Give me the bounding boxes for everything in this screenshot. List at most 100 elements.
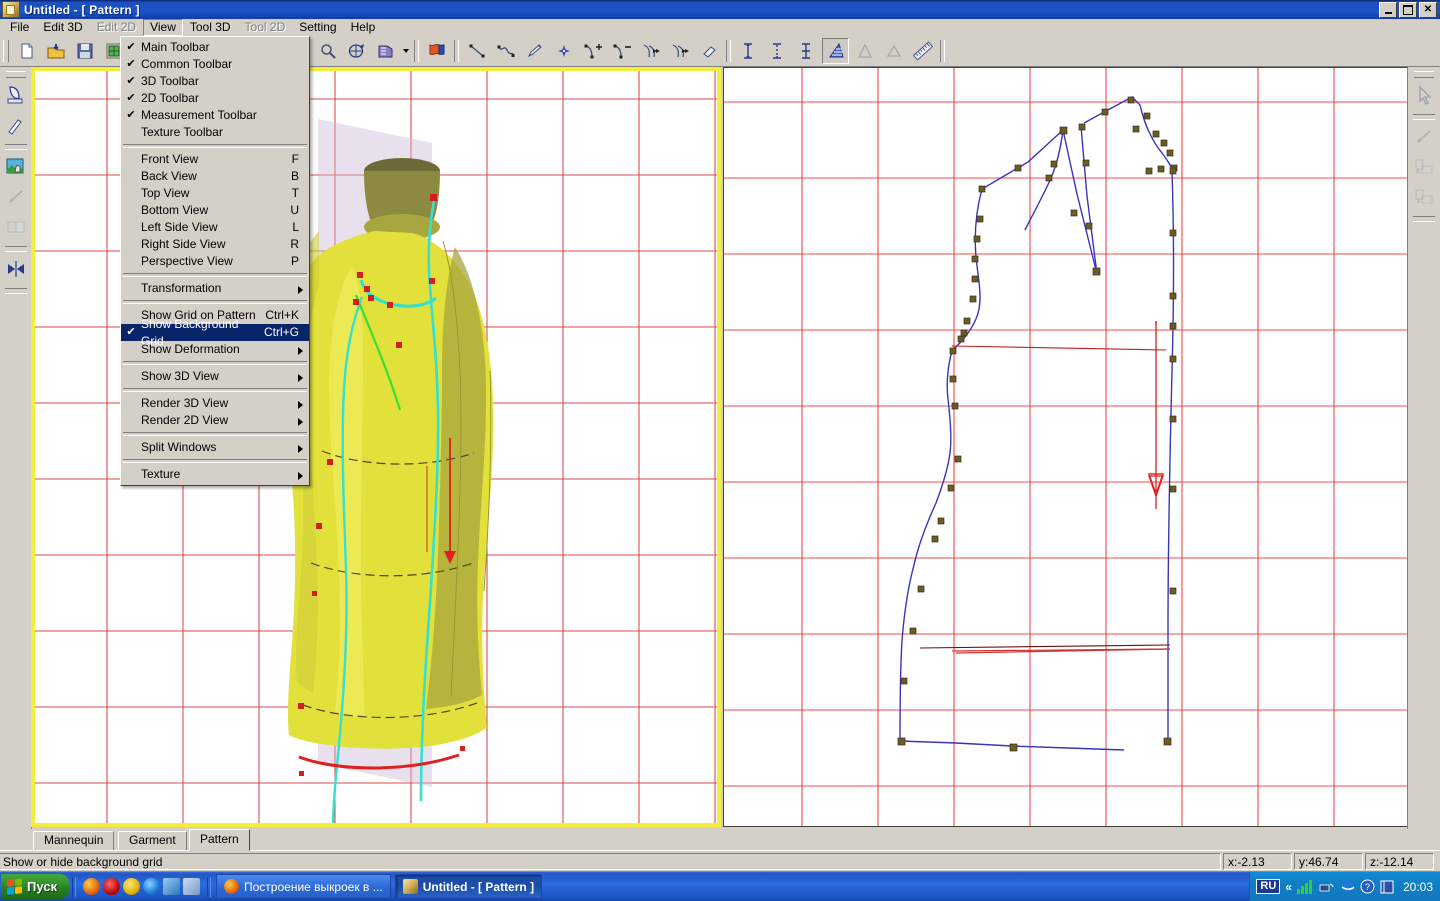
menu-item-show-background-grid[interactable]: ✔Show Background GridCtrl+G (121, 324, 309, 341)
menu-item-label: 3D Toolbar (141, 73, 309, 90)
fabric-drape-icon[interactable] (2, 81, 30, 109)
statusbar: Show or hide background grid x:-2.13 y:4… (0, 850, 1440, 872)
symmetry-icon[interactable] (2, 255, 30, 283)
media-player-icon[interactable] (163, 878, 180, 895)
help-icon[interactable]: ? (1360, 879, 1375, 894)
menu-item-label: Texture (141, 466, 309, 483)
menu-item-top-view[interactable]: Top ViewT (121, 185, 309, 202)
signal-bars-icon[interactable] (1297, 879, 1314, 894)
menu-item-texture[interactable]: Texture (121, 466, 309, 483)
texture-hand-icon[interactable] (2, 153, 30, 181)
menu-item-left-side-view[interactable]: Left Side ViewL (121, 219, 309, 236)
menu-item-main-toolbar[interactable]: ✔Main Toolbar (121, 39, 309, 56)
knife-cut-icon[interactable] (2, 111, 30, 139)
status-coord-y: y:46.74 (1294, 853, 1363, 870)
taskbar-item-browser[interactable]: Построение выкроек в ... (216, 874, 391, 899)
zoom-icon[interactable] (314, 38, 341, 64)
view-menu-dropdown[interactable]: ✔Main Toolbar✔Common Toolbar✔3D Toolbar✔… (120, 36, 310, 486)
menu-item-accelerator: R (290, 236, 309, 253)
menu-item-front-view[interactable]: Front ViewF (121, 151, 309, 168)
offset-curve-in-icon[interactable] (666, 38, 693, 64)
tab-mannequin[interactable]: Mannequin (33, 831, 114, 851)
measure-angle-icon[interactable] (822, 38, 849, 64)
toolbar-separator (454, 40, 459, 62)
language-indicator[interactable]: RU (1256, 879, 1280, 894)
toolbar-grip[interactable] (3, 40, 9, 62)
menu-item-split-windows[interactable]: Split Windows (121, 439, 309, 456)
add-point-icon[interactable] (579, 38, 606, 64)
curve-icon[interactable] (492, 38, 519, 64)
rotate-3d-icon[interactable] (343, 38, 370, 64)
winamp-icon[interactable] (123, 878, 140, 895)
triangle-grey-2-icon (880, 38, 907, 64)
menubar-item-help[interactable]: Help (344, 19, 383, 36)
notebook-icon[interactable] (1380, 880, 1395, 894)
menu-item-measurement-toolbar[interactable]: ✔Measurement Toolbar (121, 107, 309, 124)
menu-item-show-3d-view[interactable]: Show 3D View (121, 368, 309, 385)
internet-explorer-icon[interactable] (143, 878, 160, 895)
new-document-icon[interactable] (13, 38, 40, 64)
start-button[interactable]: Пуск (1, 874, 69, 899)
menu-item-show-deformation[interactable]: Show Deformation (121, 341, 309, 358)
offset-curve-out-icon[interactable] (637, 38, 664, 64)
menu-item-label: 2D Toolbar (141, 90, 309, 107)
point-icon[interactable] (550, 38, 577, 64)
menubar-item-tool-3d[interactable]: Tool 3D (183, 19, 238, 36)
opera-icon[interactable] (103, 878, 120, 895)
flag-texture-icon[interactable] (423, 38, 450, 64)
left-toolbar (0, 67, 32, 831)
menu-item-bottom-view[interactable]: Bottom ViewU (121, 202, 309, 219)
measure-dotted-icon[interactable] (764, 38, 791, 64)
menu-item-render-3d-view[interactable]: Render 3D View (121, 395, 309, 412)
pencil-draw-icon[interactable] (521, 38, 548, 64)
menu-item-common-toolbar[interactable]: ✔Common Toolbar (121, 56, 309, 73)
eraser-icon[interactable] (695, 38, 722, 64)
tab-garment[interactable]: Garment (118, 831, 187, 851)
measure-vertical-icon[interactable] (735, 38, 762, 64)
network-icon[interactable] (1319, 880, 1335, 894)
checkmark-icon: ✔ (121, 56, 141, 73)
menu-item-3d-toolbar[interactable]: ✔3D Toolbar (121, 73, 309, 90)
menu-item-perspective-view[interactable]: Perspective ViewP (121, 253, 309, 270)
save-disk-icon[interactable] (71, 38, 98, 64)
menu-item-transformation[interactable]: Transformation (121, 280, 309, 297)
remove-point-icon[interactable] (608, 38, 635, 64)
submenu-arrow-icon (298, 418, 303, 426)
measure-double-icon[interactable] (793, 38, 820, 64)
maximize-button[interactable] (1399, 2, 1417, 18)
status-coord-z: z:-12.14 (1365, 853, 1434, 870)
menu-item-accelerator: P (291, 253, 309, 270)
menubar-item-setting[interactable]: Setting (292, 19, 343, 36)
menubar-item-edit-3d[interactable]: Edit 3D (36, 19, 89, 36)
quick-launch-bar (79, 874, 204, 900)
menu-item-right-side-view[interactable]: Right Side ViewR (121, 236, 309, 253)
taskbar-item-app[interactable]: Untitled - [ Pattern ] (395, 874, 542, 899)
firefox-icon[interactable] (83, 878, 100, 895)
internet-explorer-icon[interactable] (1340, 879, 1355, 894)
taskbar-clock[interactable]: 20:03 (1403, 880, 1433, 894)
menu-item-render-2d-view[interactable]: Render 2D View (121, 412, 309, 429)
render-mode-icon[interactable] (372, 38, 399, 64)
app-icon (2, 1, 20, 18)
menu-item-texture-toolbar[interactable]: Texture Toolbar (121, 124, 309, 141)
close-button[interactable]: ✕ (1419, 2, 1437, 18)
menu-item-label: Left Side View (141, 219, 292, 236)
menu-item-label: Main Toolbar (141, 39, 309, 56)
menu-item-back-view[interactable]: Back ViewB (121, 168, 309, 185)
tray-expand-chevron-icon[interactable]: « (1285, 880, 1292, 894)
calculator-icon[interactable] (183, 878, 200, 895)
chevron-down-icon[interactable] (400, 39, 411, 63)
minimize-button[interactable] (1379, 2, 1397, 18)
tab-pattern[interactable]: Pattern (189, 829, 250, 851)
select-arrow-icon[interactable] (1410, 81, 1438, 109)
ruler-icon[interactable] (909, 38, 936, 64)
submenu-arrow-icon (298, 401, 303, 409)
open-folder-icon[interactable] (42, 38, 69, 64)
menu-item-2d-toolbar[interactable]: ✔2D Toolbar (121, 90, 309, 107)
menubar-item-file[interactable]: File (3, 19, 36, 36)
menubar-item-view[interactable]: View (143, 19, 183, 36)
left-toolbar-grip[interactable] (6, 71, 26, 78)
line-segment-icon[interactable] (463, 38, 490, 64)
viewport-2d-pattern[interactable] (723, 67, 1408, 827)
right-toolbar-grip[interactable] (1414, 71, 1434, 78)
